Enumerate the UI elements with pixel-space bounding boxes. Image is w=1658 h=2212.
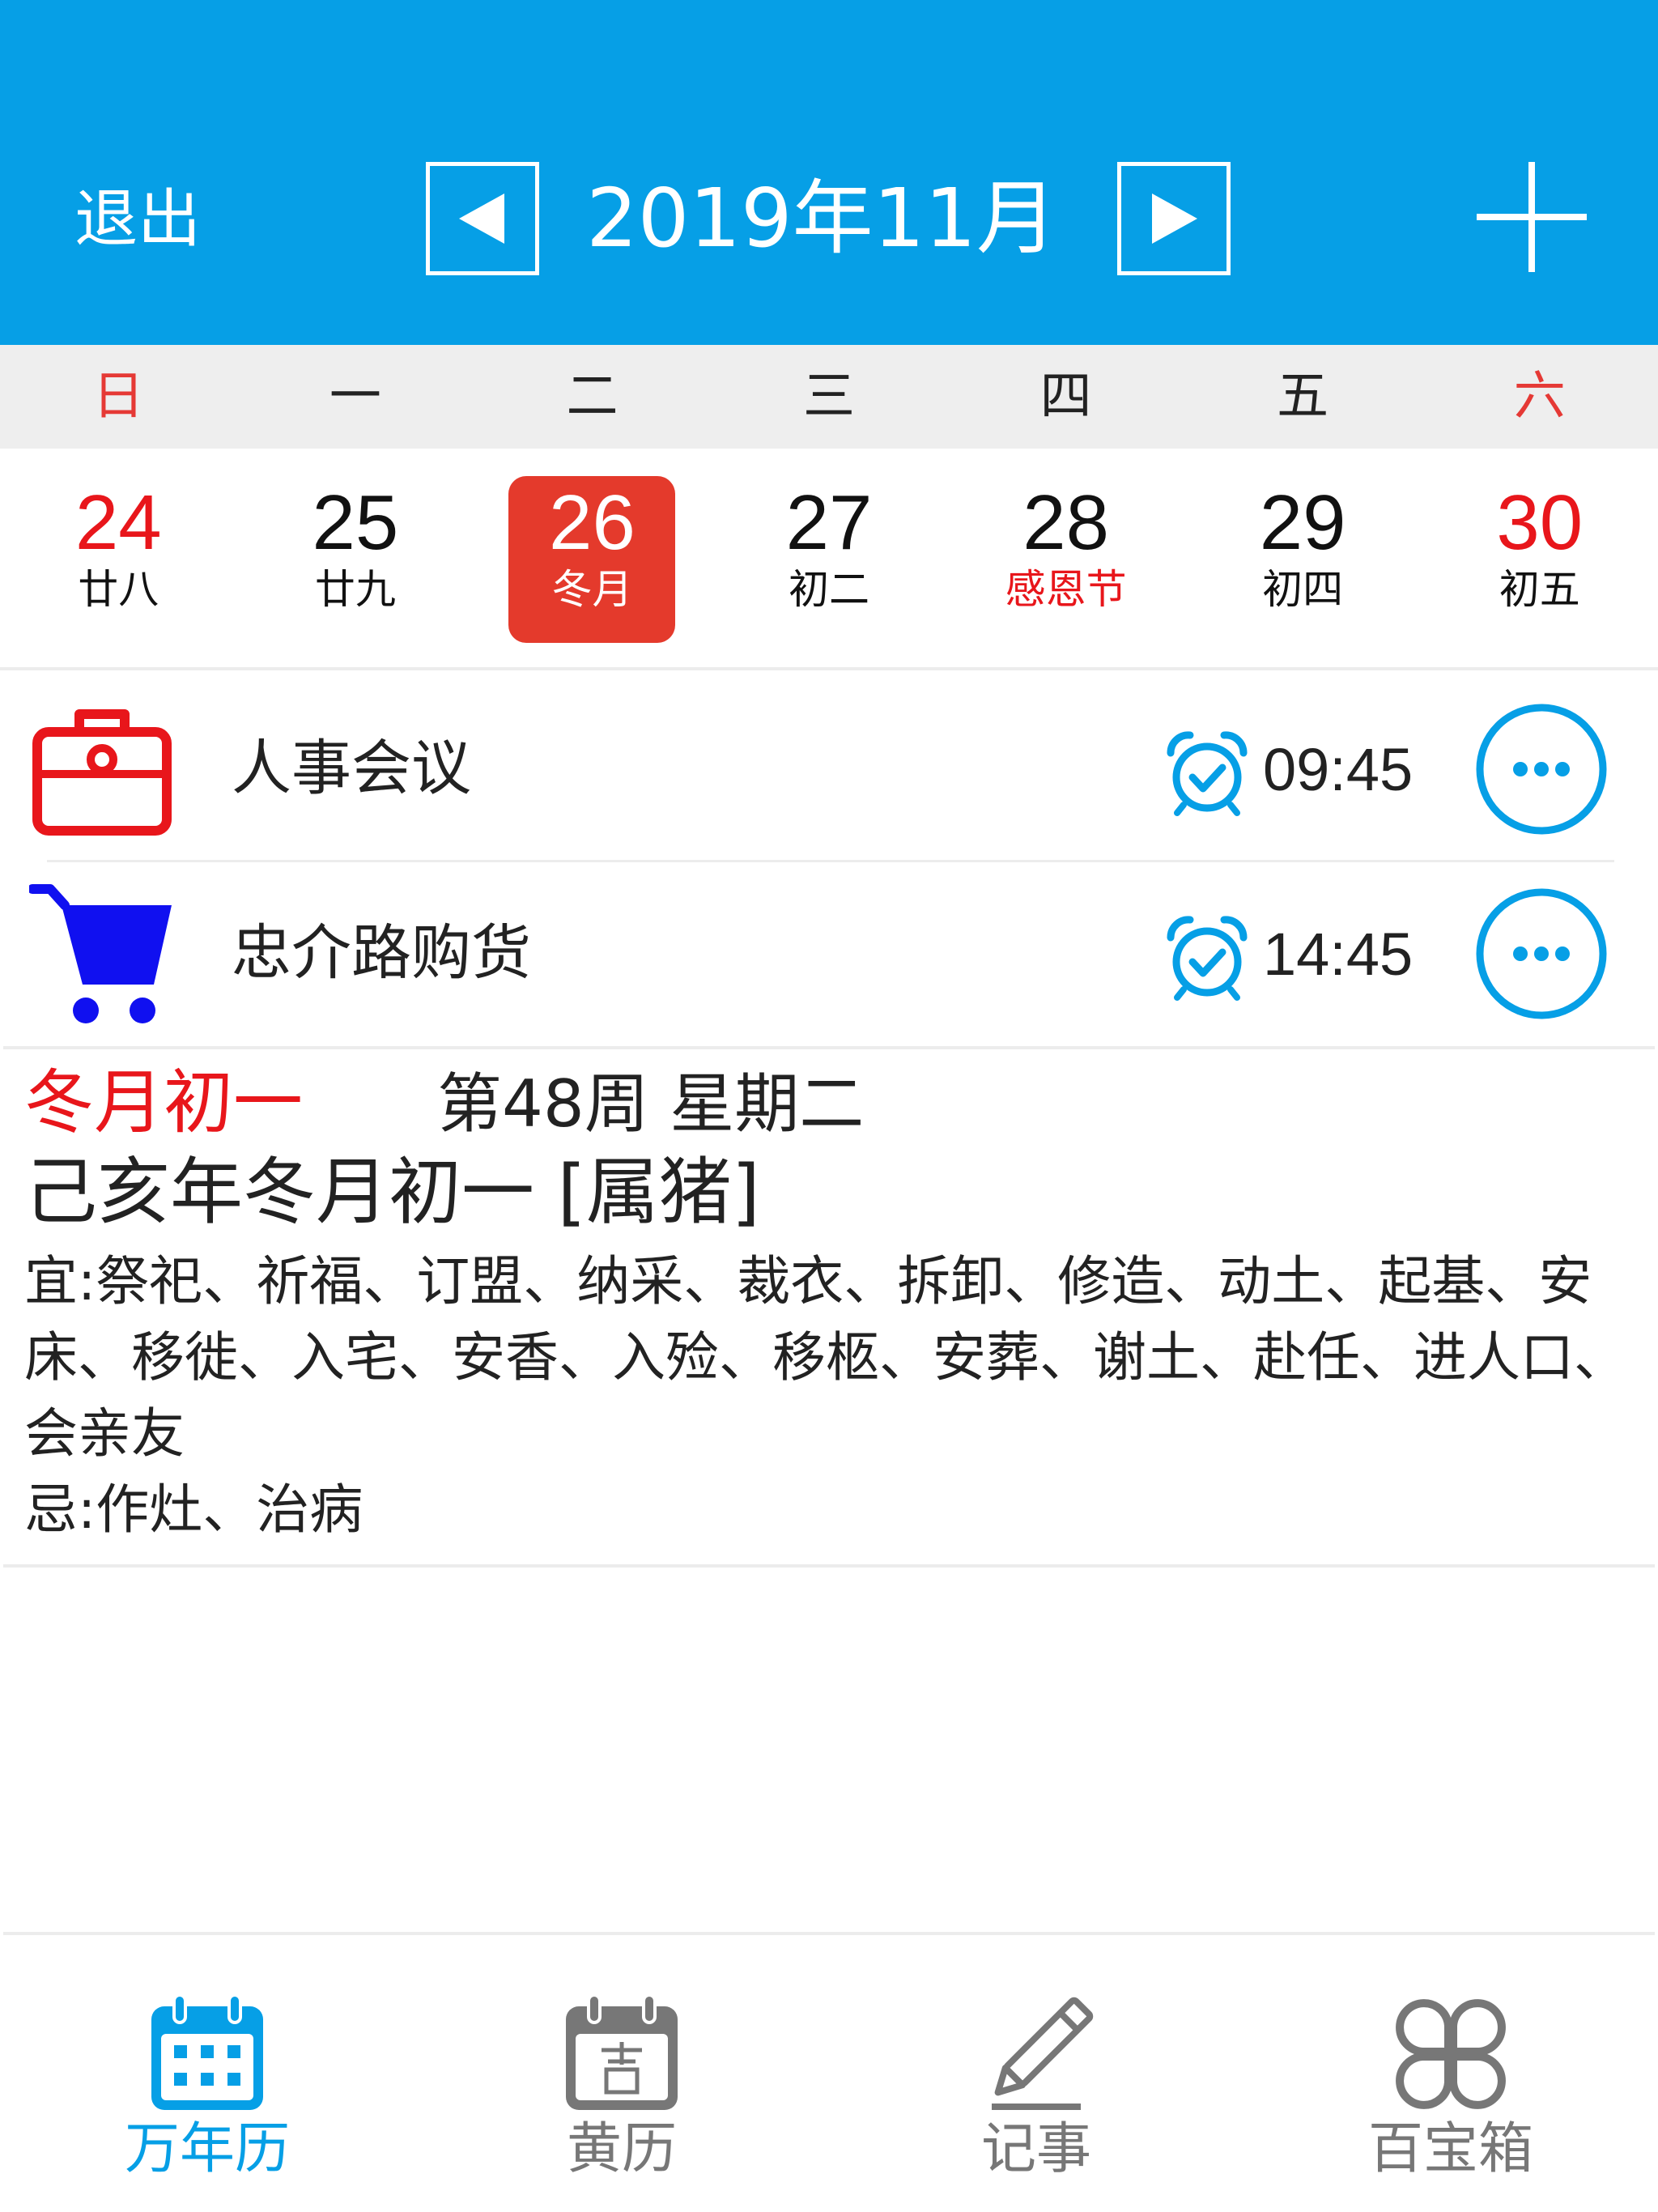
- triangle-left-icon: [459, 194, 504, 244]
- week-row: 24 廿八 25 廿九 26 冬月 27 初二 28 感恩节 29 初四 30 …: [0, 449, 1658, 670]
- weekday-header: 日 一 二 三 四 五 六: [0, 345, 1658, 449]
- day-cell-26[interactable]: 26 冬月: [474, 449, 711, 667]
- briefcase-icon: [32, 709, 172, 836]
- day-lunar: 初五: [1499, 566, 1580, 613]
- alarm-clock-icon: [1167, 731, 1248, 816]
- exit-button[interactable]: 退出: [74, 183, 201, 256]
- tab-label: 百宝箱: [1367, 2117, 1533, 2181]
- event-item[interactable]: 忠介路购货 14:45: [3, 861, 1655, 1044]
- weekday-sat: 六: [1513, 367, 1566, 427]
- event-title: 忠介路购货: [232, 918, 531, 988]
- tab-calendar[interactable]: 万年历: [0, 1935, 414, 2212]
- empty-area: [3, 1568, 1655, 1935]
- day-number: 24: [74, 479, 162, 566]
- tab-almanac[interactable]: 黄历: [414, 1935, 829, 2212]
- tab-notes[interactable]: 记事: [829, 1935, 1244, 2212]
- month-title: 2019年11月: [586, 171, 1057, 266]
- clover-icon: [1396, 1999, 1506, 2109]
- weekday-wed: 三: [803, 367, 856, 427]
- event-item[interactable]: 人事会议 09:45: [3, 677, 1655, 862]
- yi-ji-section: 宜:祭祀、祈福、订盟、纳采、裁衣、拆卸、修造、动土、起基、安床、移徙、入宅、安香…: [24, 1244, 1643, 1548]
- day-box: 30 初五: [1456, 476, 1623, 643]
- tab-label: 记事: [980, 2117, 1091, 2181]
- day-lunar: 初二: [789, 566, 870, 613]
- day-cell-25[interactable]: 25 廿九: [237, 449, 474, 667]
- day-number: 27: [785, 479, 873, 566]
- top-bar: 退出 2019年11月: [0, 0, 1658, 345]
- day-holiday: 感恩节: [1005, 566, 1127, 613]
- bottom-tab-bar: 万年历 黄历 记事 百宝箱: [0, 1935, 1658, 2212]
- weekday-mon: 一: [329, 367, 381, 427]
- triangle-right-icon: [1152, 194, 1197, 244]
- weekday-tue: 二: [566, 367, 619, 427]
- lunar-date: 冬月初一: [24, 1062, 303, 1143]
- weekday-fri: 五: [1277, 367, 1329, 427]
- previous-month-button[interactable]: [426, 162, 539, 275]
- day-box: 29 初四: [1219, 476, 1386, 643]
- selected-day-box: 26 冬月: [508, 476, 676, 643]
- more-options-icon[interactable]: [1473, 701, 1609, 837]
- day-lunar: 冬月: [551, 566, 633, 613]
- shopping-cart-icon: [29, 884, 172, 1023]
- day-number: 30: [1496, 479, 1584, 566]
- weekday-thu: 四: [1039, 367, 1092, 427]
- day-box: 27 初二: [746, 476, 912, 643]
- day-box: 24 廿八: [35, 476, 202, 643]
- yi-text: 宜:祭祀、祈福、订盟、纳采、裁衣、拆卸、修造、动土、起基、安床、移徙、入宅、安香…: [24, 1250, 1627, 1465]
- day-cell-28[interactable]: 28 感恩节: [947, 449, 1184, 667]
- day-cell-27[interactable]: 27 初二: [711, 449, 948, 667]
- day-box: 25 廿九: [272, 476, 439, 643]
- almanac-icon: [566, 1993, 678, 2110]
- weekday-sun: 日: [92, 367, 145, 427]
- day-cell-24[interactable]: 24 廿八: [0, 449, 237, 667]
- event-title: 人事会议: [232, 734, 471, 803]
- day-box: 28 感恩节: [983, 476, 1150, 643]
- week-info: 第48周 星期二: [437, 1066, 865, 1142]
- calendar-icon: [151, 1993, 263, 2110]
- day-lunar: 廿九: [314, 566, 396, 613]
- day-number: 28: [1022, 479, 1109, 566]
- tab-toolbox[interactable]: 百宝箱: [1244, 1935, 1658, 2212]
- tab-label: 万年历: [124, 2117, 290, 2181]
- pencil-icon: [992, 1997, 1094, 2110]
- next-month-button[interactable]: [1117, 162, 1231, 275]
- tab-label: 黄历: [566, 2117, 677, 2181]
- day-info-panel: 冬月初一 第48周 星期二 己亥年冬月初一 [属猪] 宜:祭祀、祈福、订盟、纳采…: [3, 1046, 1655, 1568]
- day-lunar: 初四: [1262, 566, 1344, 613]
- day-number: 29: [1259, 479, 1346, 566]
- day-cell-29[interactable]: 29 初四: [1184, 449, 1422, 667]
- day-lunar: 廿八: [78, 566, 159, 613]
- day-number: 26: [549, 479, 636, 566]
- event-list: 人事会议 09:45 忠介路购货 14:45: [3, 674, 1655, 1046]
- ji-text: 忌:作灶、治病: [24, 1478, 363, 1541]
- ganzhi-year: 己亥年冬月初一 [属猪]: [24, 1150, 760, 1235]
- alarm-clock-icon: [1167, 916, 1248, 1001]
- add-icon[interactable]: [1475, 160, 1588, 274]
- event-time: 09:45: [1263, 736, 1414, 803]
- day-number: 25: [312, 479, 399, 566]
- more-options-icon[interactable]: [1473, 886, 1609, 1022]
- event-time: 14:45: [1263, 921, 1414, 988]
- day-cell-30[interactable]: 30 初五: [1421, 449, 1658, 667]
